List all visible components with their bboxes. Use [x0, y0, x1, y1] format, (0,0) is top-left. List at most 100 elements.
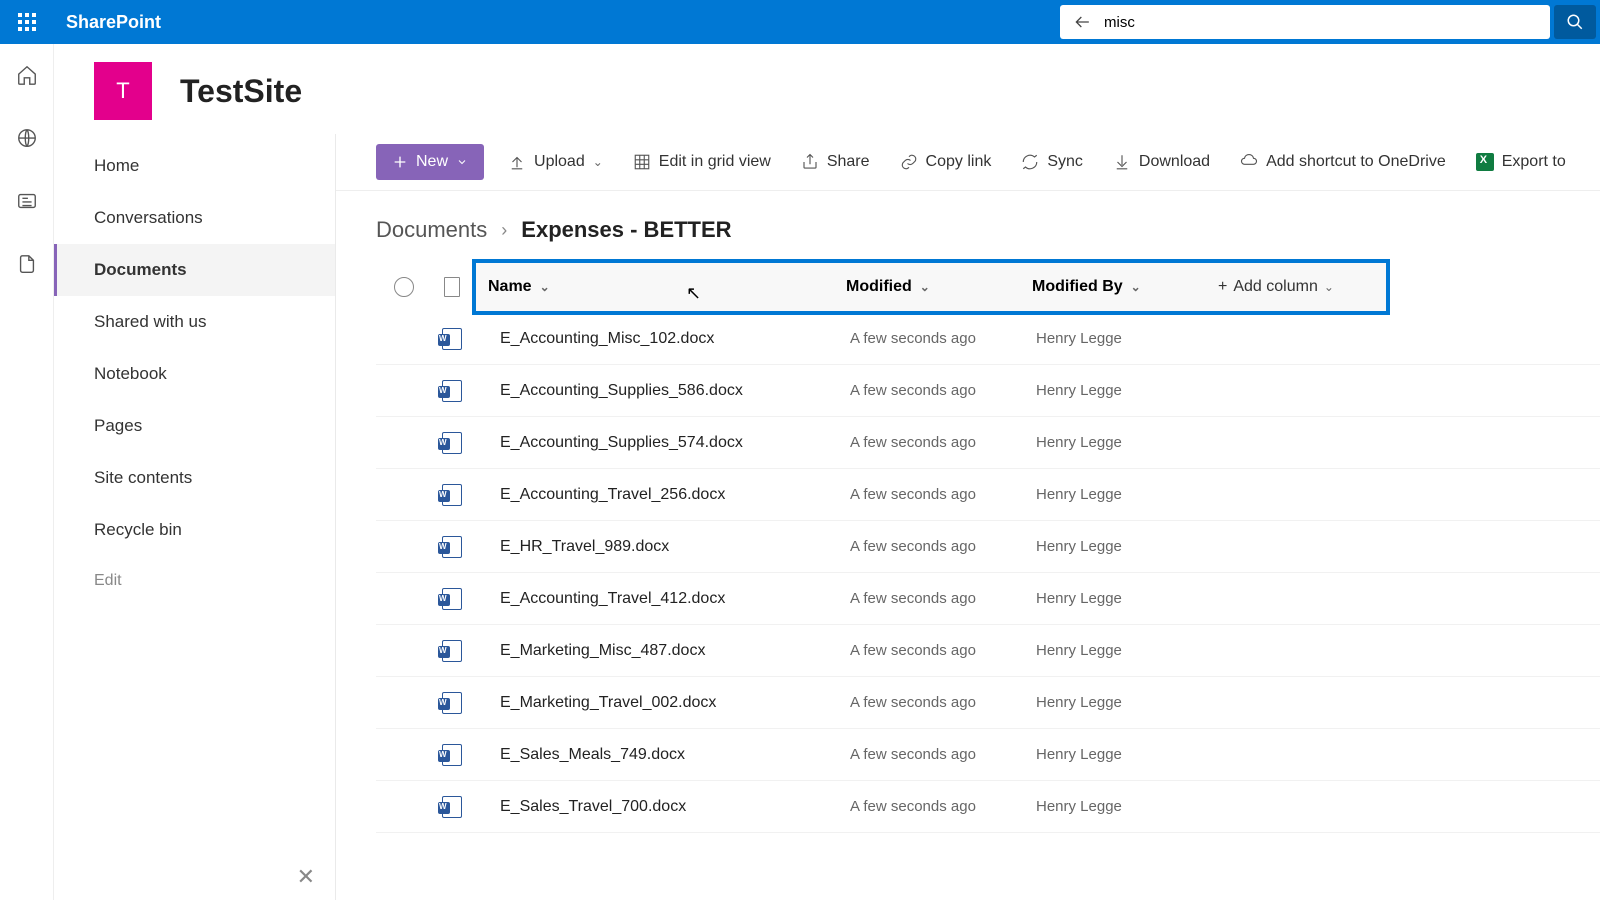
breadcrumb: Documents › Expenses - BETTER	[336, 191, 1600, 261]
table-header-row: Name⌄ ↖ Modified⌄ Modified By⌄ +Add colu…	[376, 261, 1600, 313]
table-row[interactable]: E_Accounting_Travel_256.docx A few secon…	[376, 469, 1600, 521]
app-launcher-icon[interactable]	[0, 0, 54, 44]
type-column-icon[interactable]	[432, 277, 472, 297]
main-area: New Upload ⌄ Edit in grid view Sha	[336, 134, 1600, 900]
file-type-icon	[432, 380, 472, 402]
file-modified: A few seconds ago	[850, 382, 1036, 399]
file-type-icon	[432, 588, 472, 610]
globe-icon[interactable]	[16, 127, 38, 154]
column-modified-by[interactable]: Modified By⌄	[1032, 278, 1218, 296]
upload-button[interactable]: Upload ⌄	[502, 149, 609, 175]
file-type-icon	[432, 328, 472, 350]
select-all[interactable]	[376, 277, 432, 297]
nav-notebook[interactable]: Notebook	[54, 348, 335, 400]
file-modified: A few seconds ago	[850, 642, 1036, 659]
table-row[interactable]: E_Sales_Meals_749.docx A few seconds ago…	[376, 729, 1600, 781]
file-name[interactable]: E_Accounting_Supplies_574.docx	[472, 434, 850, 452]
news-icon[interactable]	[16, 190, 38, 217]
file-name[interactable]: E_Accounting_Travel_256.docx	[472, 486, 850, 504]
chevron-down-icon: ⌄	[540, 280, 550, 294]
file-modified-by[interactable]: Henry Legge	[1036, 642, 1222, 659]
top-bar: SharePoint	[0, 0, 1600, 44]
file-modified-by[interactable]: Henry Legge	[1036, 434, 1222, 451]
chevron-down-icon: ⌄	[1131, 280, 1141, 294]
file-modified: A few seconds ago	[850, 798, 1036, 815]
file-type-icon	[432, 432, 472, 454]
file-type-icon	[432, 796, 472, 818]
table-row[interactable]: E_Accounting_Misc_102.docx A few seconds…	[376, 313, 1600, 365]
edit-grid-button[interactable]: Edit in grid view	[627, 149, 777, 175]
nav-conversations[interactable]: Conversations	[54, 192, 335, 244]
chevron-right-icon: ›	[501, 220, 507, 241]
add-column-button[interactable]: +Add column⌄	[1218, 278, 1334, 296]
column-header-highlight: Name⌄ ↖ Modified⌄ Modified By⌄ +Add colu…	[472, 259, 1390, 315]
nav-site-contents[interactable]: Site contents	[54, 452, 335, 504]
table-row[interactable]: E_Marketing_Travel_002.docx A few second…	[376, 677, 1600, 729]
file-modified-by[interactable]: Henry Legge	[1036, 590, 1222, 607]
sync-button[interactable]: Sync	[1015, 149, 1089, 175]
table-row[interactable]: E_Sales_Travel_700.docx A few seconds ag…	[376, 781, 1600, 833]
file-modified-by[interactable]: Henry Legge	[1036, 746, 1222, 763]
file-name[interactable]: E_Sales_Meals_749.docx	[472, 746, 850, 764]
file-type-icon	[432, 640, 472, 662]
site-title[interactable]: TestSite	[180, 73, 302, 110]
site-tile[interactable]: T	[94, 62, 152, 120]
copy-link-button[interactable]: Copy link	[894, 149, 998, 175]
file-table: Name⌄ ↖ Modified⌄ Modified By⌄ +Add colu…	[336, 261, 1600, 833]
excel-icon	[1476, 153, 1494, 171]
table-row[interactable]: E_Accounting_Supplies_574.docx A few sec…	[376, 417, 1600, 469]
file-modified: A few seconds ago	[850, 590, 1036, 607]
file-modified-by[interactable]: Henry Legge	[1036, 330, 1222, 347]
files-icon[interactable]	[16, 253, 38, 280]
search-button[interactable]	[1554, 5, 1596, 39]
file-modified-by[interactable]: Henry Legge	[1036, 382, 1222, 399]
table-row[interactable]: E_Accounting_Travel_412.docx A few secon…	[376, 573, 1600, 625]
search-back-icon[interactable]	[1068, 12, 1098, 32]
chevron-down-icon: ⌄	[920, 280, 930, 294]
column-modified[interactable]: Modified⌄	[846, 278, 1032, 296]
export-button[interactable]: Export to	[1470, 149, 1572, 175]
close-icon[interactable]: ✕	[297, 864, 315, 890]
site-header: T TestSite	[54, 44, 1600, 134]
file-name[interactable]: E_Accounting_Misc_102.docx	[472, 330, 850, 348]
brand-label[interactable]: SharePoint	[66, 12, 161, 33]
download-button[interactable]: Download	[1107, 149, 1216, 175]
file-name[interactable]: E_Sales_Travel_700.docx	[472, 798, 850, 816]
nav-shared[interactable]: Shared with us	[54, 296, 335, 348]
left-rail	[0, 44, 54, 900]
home-icon[interactable]	[16, 64, 38, 91]
table-row[interactable]: E_Marketing_Misc_487.docx A few seconds …	[376, 625, 1600, 677]
file-modified-by[interactable]: Henry Legge	[1036, 798, 1222, 815]
search-box	[1060, 5, 1550, 39]
side-nav: Home Conversations Documents Shared with…	[54, 134, 336, 900]
share-button[interactable]: Share	[795, 149, 876, 175]
file-type-icon	[432, 692, 472, 714]
nav-home[interactable]: Home	[54, 140, 335, 192]
file-name[interactable]: E_Accounting_Travel_412.docx	[472, 590, 850, 608]
nav-recycle-bin[interactable]: Recycle bin	[54, 504, 335, 556]
nav-pages[interactable]: Pages	[54, 400, 335, 452]
table-row[interactable]: E_Accounting_Supplies_586.docx A few sec…	[376, 365, 1600, 417]
file-name[interactable]: E_Marketing_Misc_487.docx	[472, 642, 850, 660]
search-input[interactable]	[1098, 14, 1542, 31]
file-name[interactable]: E_Marketing_Travel_002.docx	[472, 694, 850, 712]
nav-documents[interactable]: Documents	[54, 244, 335, 296]
add-shortcut-button[interactable]: Add shortcut to OneDrive	[1234, 149, 1452, 175]
breadcrumb-current: Expenses - BETTER	[521, 217, 731, 243]
chevron-down-icon: ⌄	[1324, 280, 1334, 294]
file-modified-by[interactable]: Henry Legge	[1036, 694, 1222, 711]
file-name[interactable]: E_Accounting_Supplies_586.docx	[472, 382, 850, 400]
file-modified: A few seconds ago	[850, 434, 1036, 451]
breadcrumb-root[interactable]: Documents	[376, 217, 487, 243]
new-label: New	[416, 153, 448, 171]
new-button[interactable]: New	[376, 144, 484, 180]
file-modified-by[interactable]: Henry Legge	[1036, 538, 1222, 555]
nav-edit[interactable]: Edit	[54, 556, 335, 606]
file-name[interactable]: E_HR_Travel_989.docx	[472, 538, 850, 556]
column-name[interactable]: Name⌄	[476, 278, 846, 296]
search-area	[1060, 5, 1600, 39]
file-modified: A few seconds ago	[850, 330, 1036, 347]
file-type-icon	[432, 484, 472, 506]
table-row[interactable]: E_HR_Travel_989.docx A few seconds ago H…	[376, 521, 1600, 573]
file-modified-by[interactable]: Henry Legge	[1036, 486, 1222, 503]
